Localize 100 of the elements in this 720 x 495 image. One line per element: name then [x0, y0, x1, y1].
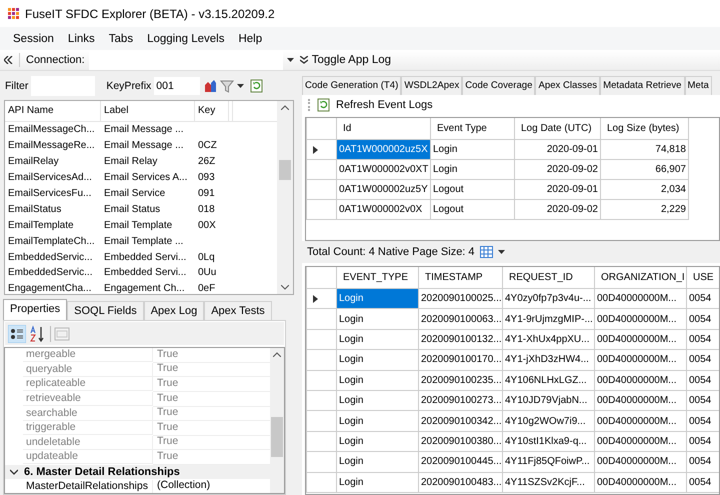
refresh-icon[interactable]: [250, 79, 264, 93]
table-cell: 2020090100273...: [419, 390, 503, 412]
column-header[interactable]: Id: [337, 118, 431, 140]
table-cell: Login: [431, 140, 515, 160]
column-header[interactable]: TIMESTAMP: [419, 267, 503, 289]
caret-icon[interactable]: [498, 250, 505, 254]
column-header[interactable]: ORGANIZATION_I: [595, 267, 687, 289]
scrollbar[interactable]: [270, 348, 284, 493]
tab[interactable]: Code Generation (T4): [302, 76, 402, 95]
table-cell: 2020-09-02: [515, 200, 601, 220]
tab[interactable]: Metadata Retrieve: [600, 76, 684, 95]
table-cell: 0AT1W000002uz5X: [337, 140, 431, 160]
tab[interactable]: Properties: [3, 299, 68, 320]
table-cell: 0054: [687, 289, 719, 310]
column-header[interactable]: EVENT_TYPE: [337, 267, 419, 289]
table-cell-text: EmailRelay: [7, 156, 60, 168]
table-cell: Login: [337, 330, 419, 350]
table-cell-text: Embedded Servi...: [103, 267, 188, 278]
table-cell-text: EngagementCha...: [7, 283, 92, 294]
table-cell: 00D40000000M...: [595, 350, 687, 371]
table-cell: 2020090100063...: [419, 309, 503, 330]
table-cell-text: EmailTemplateCh...: [7, 236, 96, 247]
table-cell-text: EmailTemplate: [7, 220, 75, 231]
tab[interactable]: Apex Classes: [535, 76, 600, 95]
column-header[interactable]: Key: [195, 101, 229, 121]
table-cell: 2020090100132...: [419, 330, 503, 350]
property-name: MasterDetailRelationships: [23, 480, 153, 493]
table-cell: 0AT1W000002v0X: [337, 200, 431, 220]
table-cell: Login: [337, 411, 419, 432]
double-chevron-icon: [300, 56, 308, 64]
table-cell: 00D40000000M...: [595, 452, 687, 473]
table-cell: Logout: [431, 200, 515, 220]
column-header[interactable]: Label: [101, 101, 195, 121]
table-cell: 0AT1W000002v0XT: [337, 160, 431, 180]
key-prefix-label: KeyPrefix: [106, 80, 152, 92]
table-cell: 4Y1-jXhD3zHW4...: [503, 350, 595, 371]
column-header[interactable]: REQUEST_ID: [503, 267, 595, 289]
scroll-thumb[interactable]: [279, 160, 291, 180]
property-name: undeletable: [23, 436, 153, 450]
table-icon[interactable]: [480, 246, 493, 258]
caret-icon[interactable]: [286, 58, 294, 62]
table-cell: 2020090100445...: [419, 452, 503, 473]
column-header[interactable]: Log Date (UTC): [515, 118, 601, 140]
table-cell: 2020-09-01: [515, 180, 601, 200]
menu-item[interactable]: Links: [60, 30, 102, 48]
menu-item[interactable]: Help: [231, 30, 270, 48]
column-header[interactable]: Log Size (bytes): [601, 118, 689, 140]
property-name: updateable: [23, 450, 153, 464]
table-cell-text: 018: [197, 204, 216, 215]
refresh-event-logs-button[interactable]: Refresh Event Logs: [317, 98, 433, 112]
property-name: searchable: [23, 406, 153, 421]
filter-label: Filter: [4, 80, 28, 92]
column-header[interactable]: API Name: [5, 101, 101, 121]
toggle-app-log-button[interactable]: Toggle App Log: [300, 54, 392, 66]
tab[interactable]: Apex Log: [144, 301, 204, 320]
tab[interactable]: Code Coverage: [462, 76, 536, 95]
table-cell: 00D40000000M...: [595, 411, 687, 432]
table-cell: 4Y10g2WOw7i9...: [503, 411, 595, 432]
table-cell: 2,229: [601, 200, 689, 220]
table-cell: 0AT1W000002uz5Y: [337, 180, 431, 200]
table-cell: Login: [337, 370, 419, 391]
scrollbar[interactable]: [277, 101, 293, 294]
table-cell: 2,034: [601, 180, 689, 200]
tab[interactable]: Apex Tests: [204, 301, 272, 320]
scroll-thumb[interactable]: [271, 417, 283, 457]
categorized-icon[interactable]: [8, 324, 26, 342]
scroll-up-icon[interactable]: [273, 352, 281, 357]
table-cell: 2020090100025...: [419, 289, 503, 310]
scroll-down-icon[interactable]: [281, 285, 289, 290]
table-cell-text: EmbeddedServic...: [7, 252, 94, 263]
scroll-up-icon[interactable]: [281, 105, 289, 110]
table-cell: 2020-09-02: [515, 160, 601, 180]
caret-icon[interactable]: [237, 84, 244, 88]
menu-item[interactable]: Logging Levels: [140, 30, 232, 48]
collapse-icon[interactable]: [4, 56, 13, 64]
refresh-icon[interactable]: [317, 98, 330, 112]
tab[interactable]: Meta: [684, 76, 712, 95]
tab[interactable]: SOQL Fields: [67, 301, 144, 320]
table-cell: Login: [337, 309, 419, 330]
table-cell: 00D40000000M...: [595, 390, 687, 412]
table-cell: 00D40000000M...: [595, 330, 687, 350]
table-cell-text: Email Status: [103, 204, 162, 215]
total-count-label: Total Count: 4 Native Page Size: 4: [307, 246, 475, 258]
table-cell: 66,907: [601, 160, 689, 180]
table-cell-text: Email Relay: [103, 156, 158, 168]
table-cell: 0054: [687, 452, 719, 473]
table-cell-text: 26Z: [197, 156, 216, 168]
table-cell: 2020090100483...: [419, 472, 503, 493]
menu-item[interactable]: Tabs: [102, 30, 140, 48]
property-name: triggerable: [23, 421, 153, 436]
key-prefix-field[interactable]: 001: [154, 77, 200, 95]
column-header[interactable]: Event Type: [431, 118, 515, 140]
table-cell-text: 00X: [197, 220, 217, 231]
table-cell-text: 0Uu: [197, 267, 218, 278]
menu-item[interactable]: Session: [6, 30, 61, 48]
tab[interactable]: WSDL2Apex: [401, 76, 462, 95]
expand-chevron-icon[interactable]: [10, 469, 18, 476]
objects-icon[interactable]: [203, 79, 218, 93]
table-cell: Logout: [431, 180, 515, 200]
table-cell-text: Email Template ...: [103, 236, 184, 247]
